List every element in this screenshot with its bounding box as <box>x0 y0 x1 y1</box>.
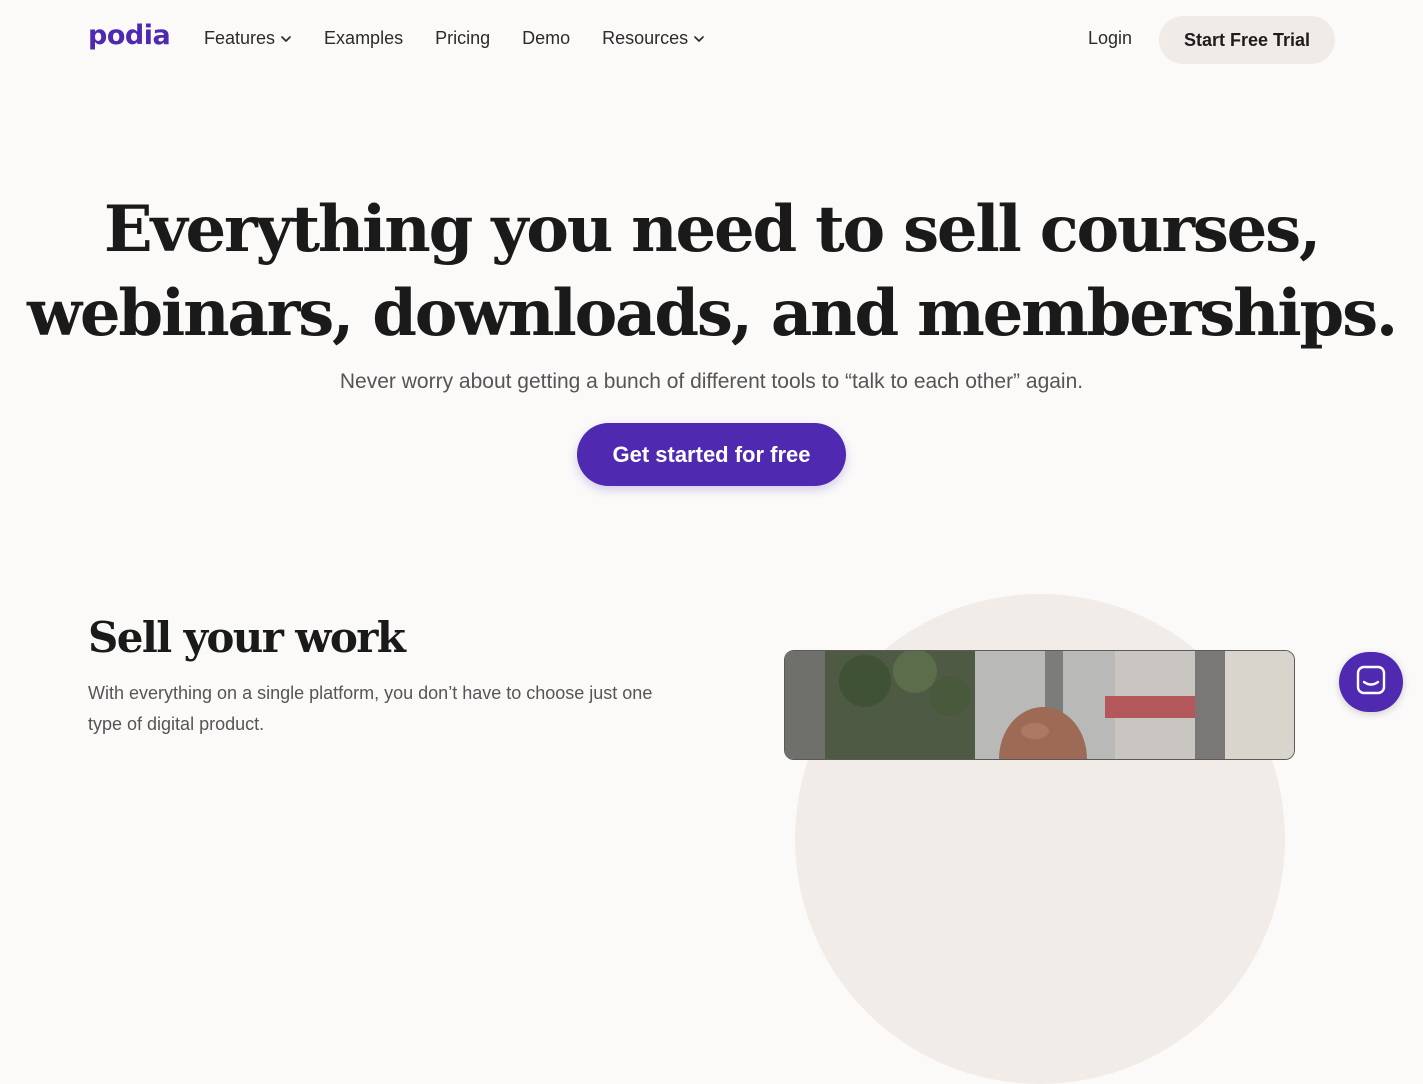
nav-item-label: Resources <box>602 28 689 48</box>
hero-title-line-2: webinars, downloads, and memberships. <box>27 276 1398 351</box>
nav-item-label: Demo <box>522 28 571 48</box>
sell-section-text: With everything on a single platform, yo… <box>88 683 653 734</box>
chevron-down-icon <box>693 33 705 45</box>
nav-item-label: Examples <box>324 28 404 48</box>
login-link[interactable]: Login <box>1088 28 1132 49</box>
chat-button[interactable] <box>1339 652 1403 712</box>
nav-item-demo[interactable]: Demo <box>522 28 570 49</box>
nav-item-pricing[interactable]: Pricing <box>435 28 490 49</box>
main-nav: Features Examples Pricing Demo Resources <box>204 28 737 49</box>
sell-section-title: Sell your work <box>88 613 406 662</box>
hero-title-line-1: Everything you need to sell courses, <box>103 192 1321 267</box>
site-header: podia Features Examples Pricing Demo Res… <box>0 0 1423 80</box>
nav-item-label: Features <box>204 28 276 48</box>
hero-title: Everything you need to sell courses, webi… <box>0 188 1423 356</box>
podia-logo[interactable]: podia <box>88 20 171 51</box>
start-free-trial-button[interactable]: Start Free Trial <box>1159 16 1335 64</box>
chevron-down-icon <box>280 33 292 45</box>
nav-item-features[interactable]: Features <box>204 28 292 49</box>
nav-item-examples[interactable]: Examples <box>324 28 403 49</box>
get-started-button[interactable]: Get started for free <box>577 423 846 486</box>
hero-subtitle: Never worry about getting a bunch of dif… <box>339 370 1084 393</box>
nav-item-resources[interactable]: Resources <box>602 28 705 49</box>
nav-item-label: Pricing <box>435 28 491 48</box>
chat-icon <box>1356 665 1386 700</box>
creator-photo <box>784 650 1295 760</box>
